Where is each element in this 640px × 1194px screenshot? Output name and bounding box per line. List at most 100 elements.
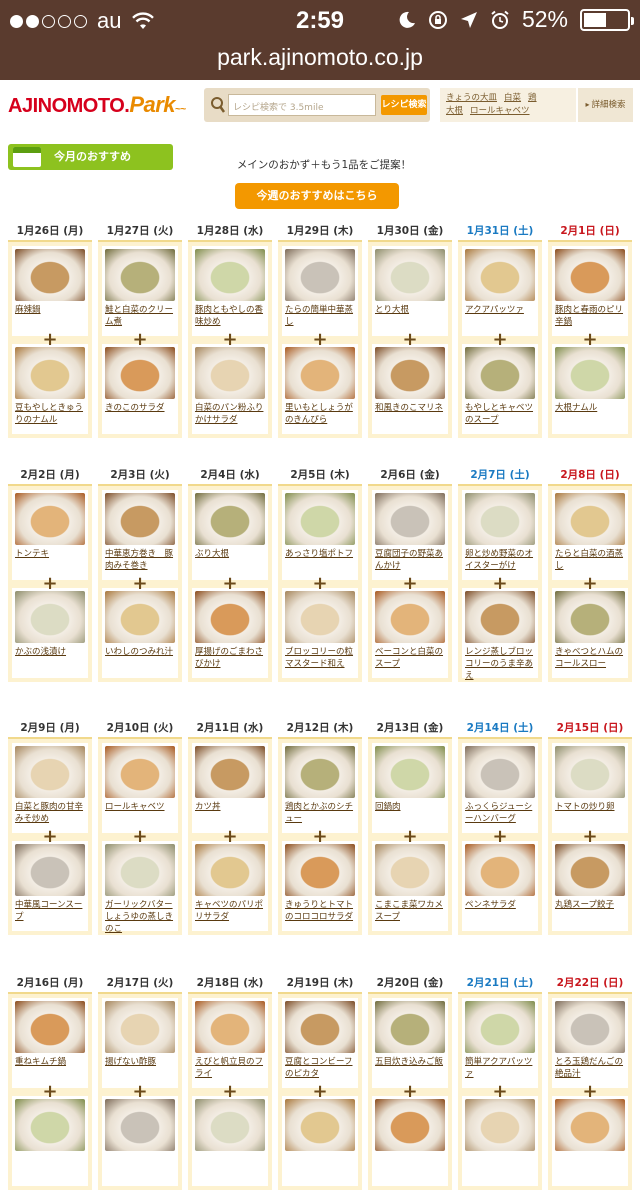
dish-name-link[interactable]: ペンネサラダ (465, 899, 537, 911)
dish-name-link[interactable]: こまこま菜ワカメスープ (375, 899, 447, 923)
side-dish-card[interactable]: 厚揚げのごまわさびかけ (192, 588, 268, 678)
dish-name-link[interactable]: ふっくらジューシーハンバーグ (465, 801, 537, 825)
side-dish-card[interactable]: ブロッコリーの粒マスタード和え (282, 588, 358, 678)
dish-photo[interactable] (555, 1099, 625, 1151)
dish-name-link[interactable]: ガーリックバターしょうゆの蒸しきのこ (105, 899, 177, 935)
hot-word-link[interactable]: 大根 (446, 106, 463, 116)
main-dish-card[interactable]: 中華恵方巻き 豚肉みそ巻き (102, 490, 178, 580)
weekly-recommend-button[interactable]: 今週のおすすめはこちら (235, 183, 399, 209)
dish-name-link[interactable]: 大根ナムル (555, 402, 627, 414)
dish-photo[interactable] (105, 591, 175, 643)
dish-photo[interactable] (105, 249, 175, 301)
dish-name-link[interactable]: 中華風コーンスープ (15, 899, 87, 923)
site-logo[interactable]: AJINOMOTO.Park~~ (8, 92, 186, 118)
dish-photo[interactable] (195, 493, 265, 545)
dish-photo[interactable] (375, 844, 445, 896)
side-dish-card[interactable]: 丸鶏スープ餃子 (552, 841, 628, 931)
dish-photo[interactable] (105, 1099, 175, 1151)
main-dish-card[interactable]: 豚肉ともやしの香味炒め (192, 246, 268, 336)
side-dish-card[interactable]: 大根ナムル (552, 344, 628, 434)
main-dish-card[interactable]: ロールキャベツ (102, 743, 178, 833)
dish-name-link[interactable]: 白菜のパン粉ふりかけサラダ (195, 402, 267, 426)
dish-name-link[interactable]: いわしのつみれ汁 (105, 646, 177, 658)
hot-word-link[interactable]: きょうの大皿 (446, 93, 497, 103)
dish-photo[interactable] (15, 347, 85, 399)
dish-name-link[interactable]: アクアパッツァ (465, 304, 537, 316)
side-dish-card[interactable] (102, 1096, 178, 1186)
dish-name-link[interactable]: 五目炊き込みご飯 (375, 1056, 447, 1068)
dish-photo[interactable] (285, 249, 355, 301)
dish-photo[interactable] (105, 347, 175, 399)
dish-photo[interactable] (195, 746, 265, 798)
side-dish-card[interactable]: ペンネサラダ (462, 841, 538, 931)
side-dish-card[interactable]: ベーコンと白菜のスープ (372, 588, 448, 678)
dish-photo[interactable] (285, 1099, 355, 1151)
dish-photo[interactable] (195, 1099, 265, 1151)
main-dish-card[interactable]: トンテキ (12, 490, 88, 580)
dish-photo[interactable] (555, 347, 625, 399)
dish-photo[interactable] (285, 1001, 355, 1053)
main-dish-card[interactable]: 五目炊き込みご飯 (372, 998, 448, 1088)
dish-name-link[interactable]: 簡単アクアパッツァ (465, 1056, 537, 1080)
main-dish-card[interactable]: トマトの炒り卵 (552, 743, 628, 833)
side-dish-card[interactable] (552, 1096, 628, 1186)
main-dish-card[interactable]: ぶり大根 (192, 490, 268, 580)
dish-name-link[interactable]: きゅうりとトマトのコロコロサラダ (285, 899, 357, 923)
main-dish-card[interactable]: アクアパッツァ (462, 246, 538, 336)
dish-photo[interactable] (15, 493, 85, 545)
dish-photo[interactable] (15, 1099, 85, 1151)
dish-name-link[interactable]: あっさり塩ポトフ (285, 548, 357, 560)
search-button[interactable]: レシピ検索 (381, 95, 427, 115)
url-text[interactable]: park.ajinomoto.co.jp (217, 44, 423, 70)
dish-photo[interactable] (465, 1001, 535, 1053)
dish-name-link[interactable]: 麻辣鍋 (15, 304, 87, 316)
dish-name-link[interactable]: 白菜と豚肉の甘辛みそ炒め (15, 801, 87, 825)
dish-photo[interactable] (375, 249, 445, 301)
main-dish-card[interactable]: 簡単アクアパッツァ (462, 998, 538, 1088)
dish-name-link[interactable]: 豚肉と春雨のピリ辛鍋 (555, 304, 627, 328)
side-dish-card[interactable]: いわしのつみれ汁 (102, 588, 178, 678)
main-dish-card[interactable]: とろ玉鶏だんごの絶品汁 (552, 998, 628, 1088)
dish-photo[interactable] (375, 591, 445, 643)
dish-name-link[interactable]: レンジ蒸しブロッコリーのうま辛あえ (465, 646, 537, 682)
dish-photo[interactable] (15, 1001, 85, 1053)
side-dish-card[interactable]: こまこま菜ワカメスープ (372, 841, 448, 931)
dish-name-link[interactable]: 卵と炒め野菜のオイスターがけ (465, 548, 537, 572)
dish-photo[interactable] (465, 746, 535, 798)
side-dish-card[interactable]: きゅうりとトマトのコロコロサラダ (282, 841, 358, 931)
hot-word-link[interactable]: 白菜 (504, 93, 521, 103)
dish-photo[interactable] (555, 1001, 625, 1053)
dish-photo[interactable] (375, 347, 445, 399)
dish-photo[interactable] (195, 249, 265, 301)
dish-name-link[interactable]: 丸鶏スープ餃子 (555, 899, 627, 911)
dish-photo[interactable] (375, 493, 445, 545)
dish-photo[interactable] (555, 249, 625, 301)
main-dish-card[interactable]: 鮭と白菜のクリーム煮 (102, 246, 178, 336)
side-dish-card[interactable]: もやしとキャベツのスープ (462, 344, 538, 434)
side-dish-card[interactable]: 中華風コーンスープ (12, 841, 88, 931)
dish-photo[interactable] (105, 746, 175, 798)
dish-name-link[interactable]: ブロッコリーの粒マスタード和え (285, 646, 357, 670)
dish-photo[interactable] (195, 1001, 265, 1053)
dish-photo[interactable] (15, 746, 85, 798)
side-dish-card[interactable] (12, 1096, 88, 1186)
dish-name-link[interactable]: えびと帆立貝のフライ (195, 1056, 267, 1080)
side-dish-card[interactable] (462, 1096, 538, 1186)
side-dish-card[interactable] (192, 1096, 268, 1186)
dish-photo[interactable] (285, 746, 355, 798)
dish-photo[interactable] (375, 1001, 445, 1053)
dish-name-link[interactable]: 豆腐団子の野菜あんかけ (375, 548, 447, 572)
dish-name-link[interactable]: ぶり大根 (195, 548, 267, 560)
dish-photo[interactable] (15, 249, 85, 301)
dish-name-link[interactable]: かぶの浅漬け (15, 646, 87, 658)
dish-name-link[interactable]: トマトの炒り卵 (555, 801, 627, 813)
main-dish-card[interactable]: 麻辣鍋 (12, 246, 88, 336)
main-dish-card[interactable]: とり大根 (372, 246, 448, 336)
dish-name-link[interactable]: とり大根 (375, 304, 447, 316)
dish-name-link[interactable]: 回鍋肉 (375, 801, 447, 813)
dish-photo[interactable] (375, 746, 445, 798)
hot-word-link[interactable]: ロールキャベツ (470, 106, 530, 116)
dish-photo[interactable] (15, 591, 85, 643)
side-dish-card[interactable]: 和風きのこマリネ (372, 344, 448, 434)
address-bar[interactable]: park.ajinomoto.co.jp (0, 40, 640, 80)
